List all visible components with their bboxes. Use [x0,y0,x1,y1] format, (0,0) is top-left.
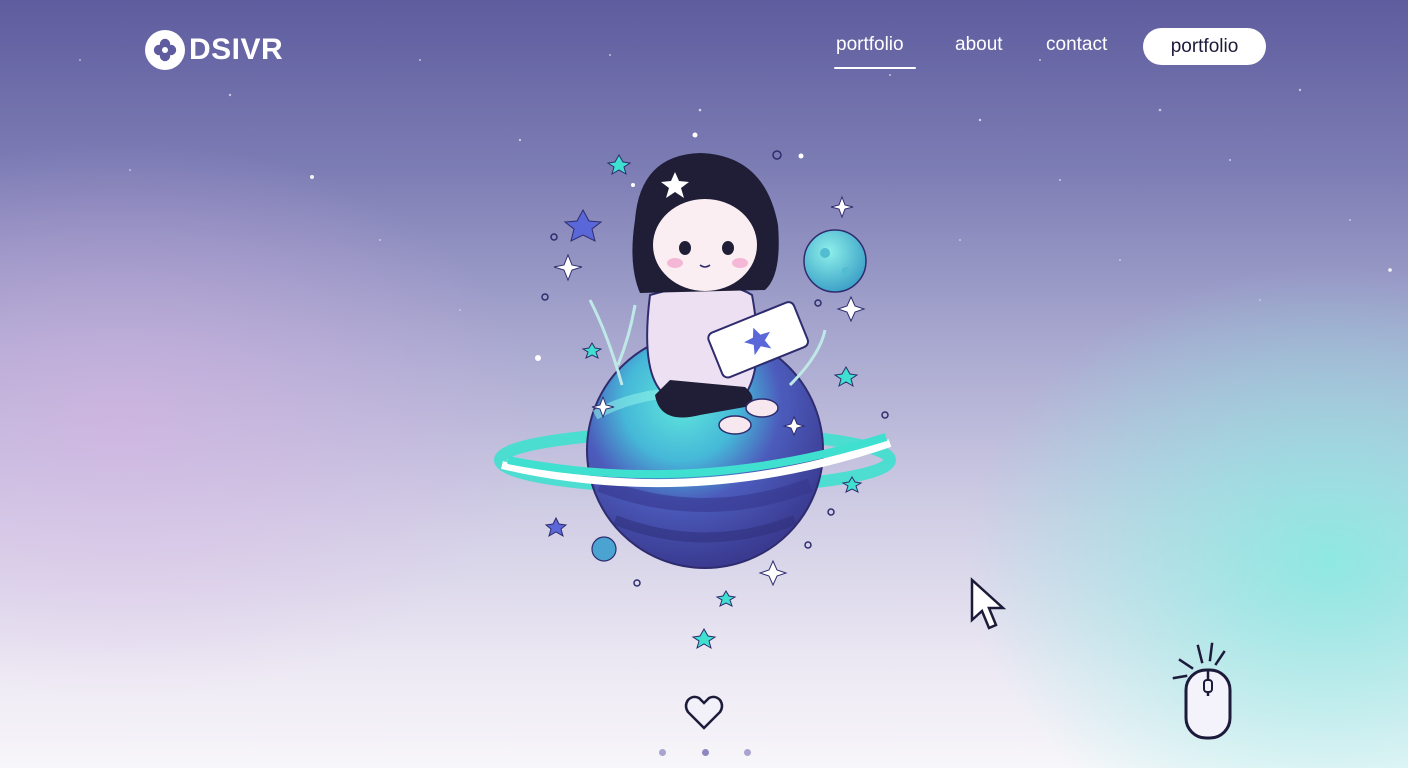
carousel-dot-2[interactable] [701,748,709,756]
main-nav: portfolio about contact portfolio [0,28,1408,70]
nav-link-contact[interactable]: contact [1046,34,1107,56]
nav-link-about[interactable]: about [955,34,1003,56]
carousel-pagination [659,746,751,758]
active-nav-indicator [834,67,916,69]
heart-icon[interactable] [683,692,725,732]
nav-link-portfolio[interactable]: portfolio [836,34,904,56]
carousel-dot-1[interactable] [659,748,666,756]
girl-on-planet-illustration [494,132,896,650]
pointer-cursor-icon [970,577,1007,630]
carousel-dot-3[interactable] [744,748,751,756]
small-moon [803,229,867,293]
top-navigation-bar: DSIVR portfolio about contact portfolio [0,0,1408,100]
mouse-scroll-icon[interactable] [1168,640,1248,744]
portfolio-cta-button[interactable]: portfolio [1143,28,1266,65]
